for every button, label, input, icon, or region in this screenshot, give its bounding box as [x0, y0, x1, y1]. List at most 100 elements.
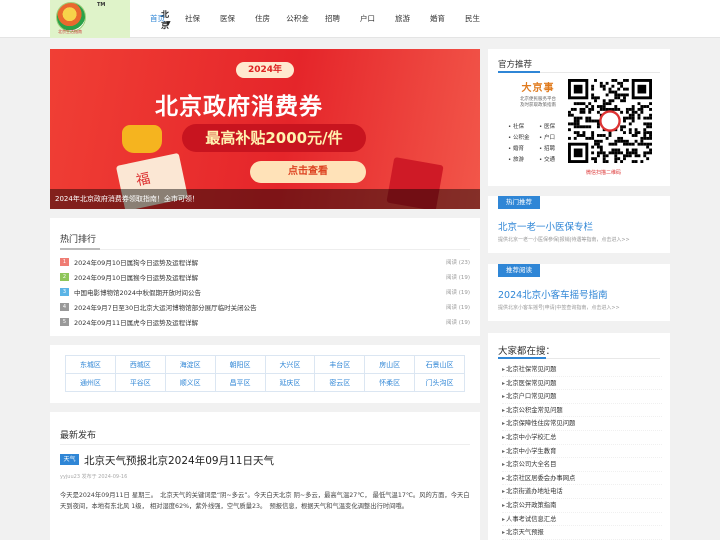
app-feature: • 旅游 [508, 157, 524, 163]
list-item[interactable]: 4 2024年9月7日至30日北京大运河博物馆部分展厅临时关闭公告 阅读 (19) [60, 300, 470, 315]
read-count: 阅读 (19) [445, 305, 470, 312]
news-headline[interactable]: 北京天气预报北京2024年09月11日天气 [84, 453, 274, 468]
official-recommend-panel: 官方推荐 大京事 北京便民服务平台 及时获取政策指南 • 社保 • 医保 • 公积金… [488, 49, 670, 186]
list-item[interactable]: 3 中国电影博物馆2024中秋假期开放时间公告 阅读 (19) [60, 284, 470, 299]
promo-banner[interactable]: 福 2024年 北京政府消费券 最高补贴2000元/件 点击查看 2024年北京… [50, 49, 480, 209]
district-link[interactable]: 东城区 [65, 355, 116, 374]
rank-number: 4 [60, 303, 69, 312]
district-link[interactable]: 延庆区 [264, 373, 316, 392]
card-tag: 推荐阅读 [498, 264, 540, 277]
search-link[interactable]: 北京保障性住房常见问题 [502, 417, 662, 431]
search-link[interactable]: 北京医保常见问题 [502, 376, 662, 391]
nav-item[interactable]: 招聘 [315, 0, 350, 38]
banner-subtitle: 最高补贴2000元/件 [182, 124, 366, 152]
district-link[interactable]: 西城区 [114, 355, 166, 374]
nav-item[interactable]: 旅游 [385, 0, 420, 38]
latest-news-title: 最新发布 [60, 431, 97, 441]
district-link[interactable]: 石景山区 [414, 355, 465, 374]
popular-search-title: 大家都在搜： [498, 346, 556, 357]
list-item-title[interactable]: 2024年09月10日属狗今日运势及运程详解 [74, 257, 446, 267]
read-count: 阅读 (19) [445, 289, 470, 296]
nav-item[interactable]: 社保 [175, 0, 210, 38]
district-link[interactable]: 房山区 [364, 355, 416, 374]
list-item[interactable]: 2 2024年09月10日属猴今日运势及运程详解 阅读 (19) [60, 269, 470, 284]
divider [60, 249, 470, 250]
search-link[interactable]: 北京社保常见问题 [502, 363, 662, 377]
divider-accent [60, 248, 100, 250]
logo-area[interactable]: TM 北京生活指南 北京 ▼ [50, 0, 171, 38]
search-link[interactable]: 北京中小学校汇总 [502, 430, 662, 445]
district-link[interactable]: 昌平区 [214, 373, 266, 392]
news-meta: yyjuu23 发布于 2024-09-16 [60, 474, 128, 480]
app-feature: • 医保 [539, 124, 555, 130]
search-link[interactable]: 人事考试信息汇总 [502, 512, 662, 527]
district-link[interactable]: 通州区 [65, 373, 116, 392]
gift-box-icon [122, 125, 162, 153]
list-item-title[interactable]: 2024年9月7日至30日北京大运河博物馆部分展厅临时关闭公告 [74, 302, 446, 312]
banner-caption[interactable]: 2024年北京政府消费券领取指南！全市可领！ [50, 189, 480, 209]
search-link[interactable]: 北京公开政策指南 [502, 498, 662, 513]
district-link[interactable]: 怀柔区 [364, 373, 416, 392]
logo-trademark: TM [97, 2, 106, 8]
district-link[interactable]: 大兴区 [264, 355, 316, 374]
app-feature: • 公积金 [508, 135, 530, 141]
search-link[interactable]: 北京公积金常见问题 [502, 403, 662, 418]
hot-ranking-list: 1 2024年09月10日属狗今日运势及运程详解 阅读 (23) 2 2024年09月1… [60, 254, 470, 330]
qr-code [568, 79, 652, 163]
app-feature: • 交通 [539, 157, 555, 163]
app-description: 北京便民服务平台 及时获取政策指南 [520, 97, 556, 108]
app-brand-name: 大京事 [521, 83, 555, 94]
nav-item[interactable]: 婚育 [420, 0, 455, 38]
list-item-title[interactable]: 2024年09月10日属猴今日运势及运程详解 [74, 272, 446, 282]
app-feature: • 户口 [539, 135, 555, 141]
card-description: 提供北京小客车摇号|申请|中签查询指南，点击进入>> [498, 305, 620, 311]
popular-search-panel: 大家都在搜： 北京社保常见问题北京医保常见问题北京户口常见问题北京公积金常见问题… [488, 333, 670, 540]
nav-item[interactable]: 民生 [455, 0, 490, 38]
district-link[interactable]: 平谷区 [114, 373, 166, 392]
district-link[interactable]: 朝阳区 [214, 355, 266, 374]
banner-view-button[interactable]: 点击查看 [250, 161, 366, 183]
list-item[interactable]: 5 2024年09月11日属虎今日运势及运程详解 阅读 (19) [60, 315, 470, 330]
search-link[interactable]: 北京户口常见问题 [502, 390, 662, 404]
search-link[interactable]: 北京中小学生教育 [502, 444, 662, 459]
main-nav: 首页 社保 医保 住房 公积金 招聘 户口 旅游 婚育 民生 [140, 0, 490, 38]
search-link[interactable]: 北京街道办地址电话 [502, 485, 662, 499]
list-item-title[interactable]: 中国电影博物馆2024中秋假期开放时间公告 [74, 287, 446, 297]
search-link[interactable]: 北京天气预报 [502, 526, 662, 540]
list-item-title[interactable]: 2024年09月11日属虎今日运势及运程详解 [74, 317, 446, 327]
nav-item[interactable]: 医保 [210, 0, 245, 38]
hot-ranking-title: 热门排行 [60, 235, 97, 245]
nav-item[interactable]: 首页 [140, 0, 175, 38]
nav-item[interactable]: 户口 [350, 0, 385, 38]
card-title[interactable]: 2024北京小客车摇号指南 [498, 287, 608, 301]
card-title[interactable]: 北京一老一小医保专栏 [498, 219, 593, 233]
site-logo[interactable] [56, 2, 86, 32]
nav-item[interactable]: 住房 [245, 0, 280, 38]
read-count: 阅读 (19) [445, 320, 470, 327]
qr-caption: 微信扫描二维码 [586, 170, 622, 176]
district-row: 通州区 平谷区 顺义区 昌平区 延庆区 密云区 怀柔区 门头沟区 [65, 373, 465, 392]
news-category-tag[interactable]: 天气 [60, 454, 79, 465]
recommend-card[interactable]: 推荐阅读 2024北京小客车摇号指南 提供北京小客车摇号|申请|中签查询指南，点… [488, 264, 670, 321]
nav-item[interactable]: 公积金 [280, 0, 315, 38]
district-link[interactable]: 丰台区 [314, 355, 366, 374]
read-count: 阅读 (23) [445, 259, 470, 266]
list-item[interactable]: 1 2024年09月10日属狗今日运势及运程详解 阅读 (23) [60, 254, 470, 269]
hot-ranking-panel: 热门排行 1 2024年09月10日属狗今日运势及运程详解 阅读 (23) 2 2024… [50, 218, 480, 336]
district-link[interactable]: 顺义区 [164, 373, 216, 392]
district-row: 东城区 西城区 海淀区 朝阳区 大兴区 丰台区 房山区 石景山区 [65, 355, 465, 374]
district-link[interactable]: 海淀区 [164, 355, 216, 374]
app-feature: • 招聘 [539, 146, 555, 152]
district-link[interactable]: 密云区 [314, 373, 366, 392]
news-excerpt: 今天是2024年09月11日 星期三。 北京天气的关键词是“阴~多云”。今天白天… [60, 492, 470, 510]
read-count: 阅读 (19) [445, 274, 470, 281]
site-header: TM 北京生活指南 北京 ▼ 首页 社保 医保 住房 公积金 招聘 户口 旅游 婚育 民生 [0, 0, 720, 38]
app-feature: • 社保 [508, 124, 524, 130]
district-panel: 东城区 西城区 海淀区 朝阳区 大兴区 丰台区 房山区 石景山区 通州区 平谷区 顺义区 昌平区 延庆区… [50, 345, 480, 403]
banner-title: 北京政府消费券 [155, 94, 323, 120]
district-link[interactable]: 门头沟区 [414, 373, 465, 392]
search-link[interactable]: 北京公司大全名目 [502, 458, 662, 472]
recommend-card[interactable]: 热门推荐 北京一老一小医保专栏 提供北京一老一小医保参保|报销|待遇等指南，点击… [488, 196, 670, 253]
search-link[interactable]: 北京社区居委会办事网点 [502, 471, 662, 486]
district-grid: 东城区 西城区 海淀区 朝阳区 大兴区 丰台区 房山区 石景山区 通州区 平谷区 顺义区 昌平区 延庆区… [65, 355, 465, 392]
